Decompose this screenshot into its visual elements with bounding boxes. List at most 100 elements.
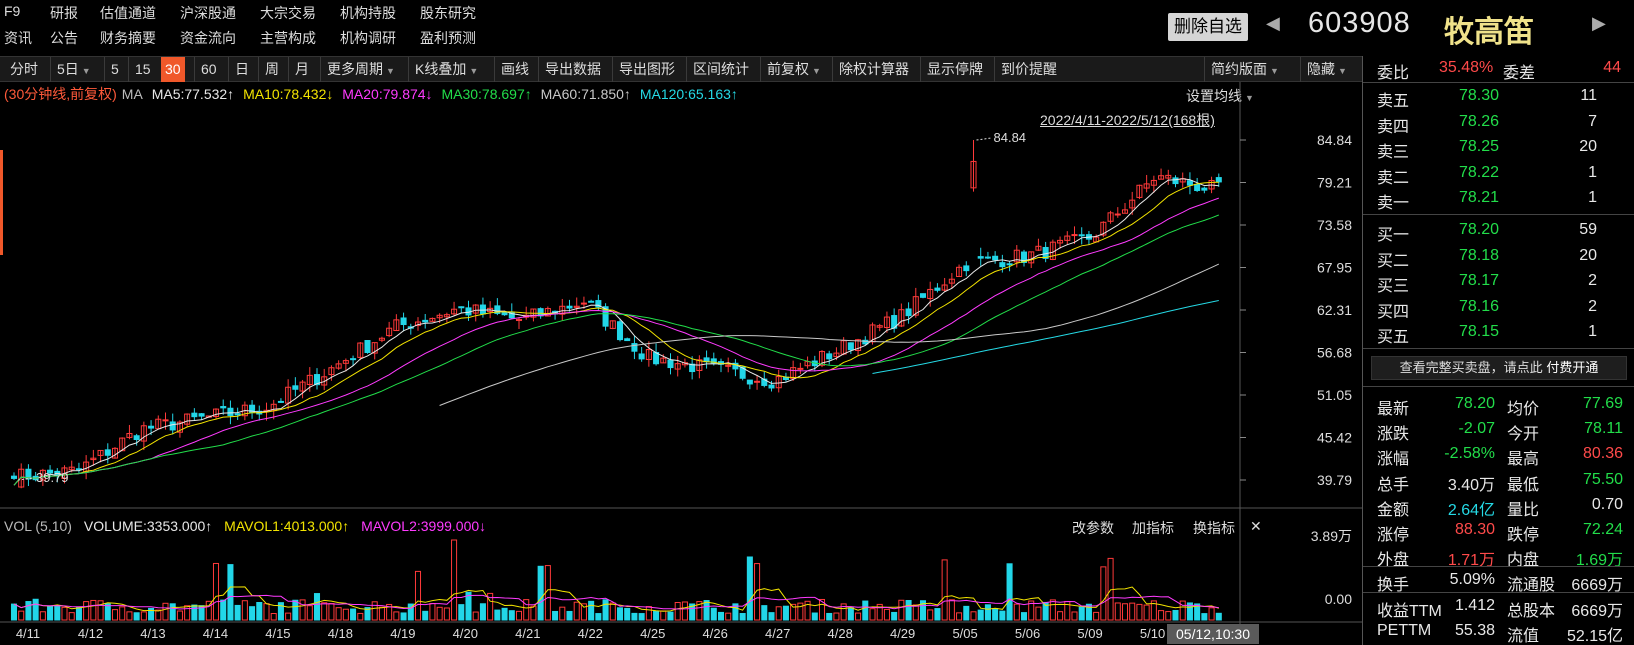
volume-bar: [811, 612, 818, 621]
menu-valuation[interactable]: 估值通道: [100, 3, 156, 23]
volume-bar: [559, 606, 566, 621]
candle-body: [1085, 234, 1092, 240]
stat-row: 总手 3.40万 最低 75.50: [1363, 468, 1634, 494]
volume-bar: [782, 605, 789, 621]
export-image-button[interactable]: 导出图形: [612, 57, 675, 82]
volume-bar: [1165, 611, 1172, 621]
volume-bar: [977, 609, 984, 621]
volume-bar: [1042, 601, 1049, 621]
volume-bar: [905, 600, 912, 621]
volume-bar: [602, 599, 609, 621]
candle-body: [573, 305, 580, 308]
candle-body: [1114, 213, 1121, 216]
edit-params-button[interactable]: 改参数: [1072, 518, 1114, 538]
delete-watchlist-button[interactable]: 删除自选: [1168, 13, 1248, 41]
menu-financials[interactable]: 财务摘要: [100, 28, 156, 48]
candle-body: [602, 306, 609, 327]
candle-body: [1064, 235, 1071, 241]
bid-row: 买一 78.20 59: [1363, 218, 1634, 244]
volume-bar: [681, 601, 688, 621]
candle-body: [624, 338, 631, 342]
add-indicator-button[interactable]: 加指标: [1132, 518, 1174, 538]
volume-bar: [1179, 600, 1186, 621]
export-data-button[interactable]: 导出数据: [538, 57, 601, 82]
volume-bar: [133, 612, 140, 621]
bid-price: 78.20: [1459, 221, 1500, 238]
ask-label: 卖五: [1377, 93, 1410, 110]
menu-hk-connect[interactable]: 沪深股通: [180, 3, 236, 23]
candle-body: [487, 307, 494, 313]
volume-bar: [10, 603, 18, 621]
volume-bar: [847, 607, 854, 621]
volume-bar: [501, 607, 508, 621]
tab-30min[interactable]: 30: [161, 57, 185, 82]
volume-bar: [429, 603, 436, 621]
menu-earnings-forecast[interactable]: 盈利预测: [420, 28, 476, 48]
simple-layout-dropdown[interactable]: 简约版面 ▼: [1204, 57, 1279, 82]
fee-link[interactable]: 付费开通: [1546, 360, 1598, 375]
bid-row: 买五 78.15 1: [1363, 320, 1634, 346]
tab-60min[interactable]: 60: [194, 57, 217, 82]
range-stats-button[interactable]: 区间统计: [686, 57, 749, 82]
menu-business[interactable]: 主营构成: [260, 28, 316, 48]
candle-body: [364, 340, 371, 354]
volume-bar: [999, 610, 1006, 621]
tab-week[interactable]: 周: [258, 57, 279, 82]
menu-announcements[interactable]: 公告: [50, 28, 78, 48]
ask-label: 卖三: [1377, 144, 1410, 161]
menu-institution-survey[interactable]: 机构调研: [340, 28, 396, 48]
menu-research[interactable]: 研报: [50, 3, 78, 23]
menu-block-trade[interactable]: 大宗交易: [260, 3, 316, 23]
volume-bar: [32, 598, 39, 621]
hide-dropdown[interactable]: 隐藏 ▼: [1300, 57, 1347, 82]
volume-bar: [1143, 604, 1150, 621]
stat-value: 52.15亿: [1566, 627, 1623, 645]
tab-day[interactable]: 日: [228, 57, 249, 82]
candle-body: [941, 284, 948, 291]
price-tick-label: 62.31: [1317, 302, 1352, 318]
prev-stock-icon[interactable]: ◀: [1266, 13, 1280, 34]
price-alert-button[interactable]: 到价提醒: [994, 57, 1057, 82]
candle-body: [184, 413, 191, 425]
volume-bar: [472, 611, 479, 621]
tab-month[interactable]: 月: [288, 57, 309, 82]
time-axis-label: 4/28: [828, 626, 853, 641]
volume-bar: [39, 611, 46, 621]
menu-fund-flow[interactable]: 资金流向: [180, 28, 236, 48]
vol-label: VOL (5,10): [4, 518, 72, 534]
volume-bar: [710, 607, 717, 621]
menu-news[interactable]: 资讯: [4, 28, 32, 48]
menu-f9[interactable]: F9: [4, 3, 20, 19]
menu-shareholder[interactable]: 股东研究: [420, 3, 476, 23]
switch-indicator-button[interactable]: 换指标: [1193, 518, 1235, 538]
bid-volume: 2: [1588, 272, 1597, 289]
candle-body: [580, 302, 587, 305]
draw-line-button[interactable]: 画线: [494, 57, 529, 82]
stat-label: 收益TTM: [1377, 602, 1442, 620]
candle-body: [631, 343, 638, 352]
ex-rights-calculator-button[interactable]: 除权计算器: [832, 57, 909, 82]
candle-body: [205, 415, 212, 418]
set-ma-dropdown[interactable]: 设置均线 ▼: [1186, 86, 1254, 106]
next-stock-icon[interactable]: ▶: [1592, 13, 1606, 34]
tab-timeshare[interactable]: 分时: [10, 57, 38, 82]
more-periods-dropdown[interactable]: 更多周期 ▼: [320, 57, 395, 82]
candle-body: [313, 374, 321, 386]
candle-body: [54, 470, 61, 477]
mavol10-line: [13, 594, 1219, 610]
stat-value: 80.36: [1582, 445, 1623, 463]
tab-5day[interactable]: 5日 ▼: [50, 57, 91, 82]
show-suspension-button[interactable]: 显示停牌: [920, 57, 983, 82]
close-icon[interactable]: ✕: [1250, 518, 1262, 535]
stat-label: 总股本: [1507, 602, 1556, 620]
kline-overlay-dropdown[interactable]: K线叠加 ▼: [408, 57, 478, 82]
full-orderbook-banner[interactable]: 查看完整买卖盘，请点此 付费开通: [1371, 356, 1627, 380]
tab-5min[interactable]: 5: [104, 57, 119, 82]
bid-volume: 59: [1579, 221, 1597, 238]
candle-body: [811, 360, 818, 367]
tab-15min[interactable]: 15: [128, 57, 151, 82]
ask-row: 卖一 78.21 1: [1363, 186, 1634, 212]
volume-bar: [818, 598, 826, 621]
adjust-dropdown[interactable]: 前复权 ▼: [760, 57, 821, 82]
menu-institution-holding[interactable]: 机构持股: [340, 3, 396, 23]
